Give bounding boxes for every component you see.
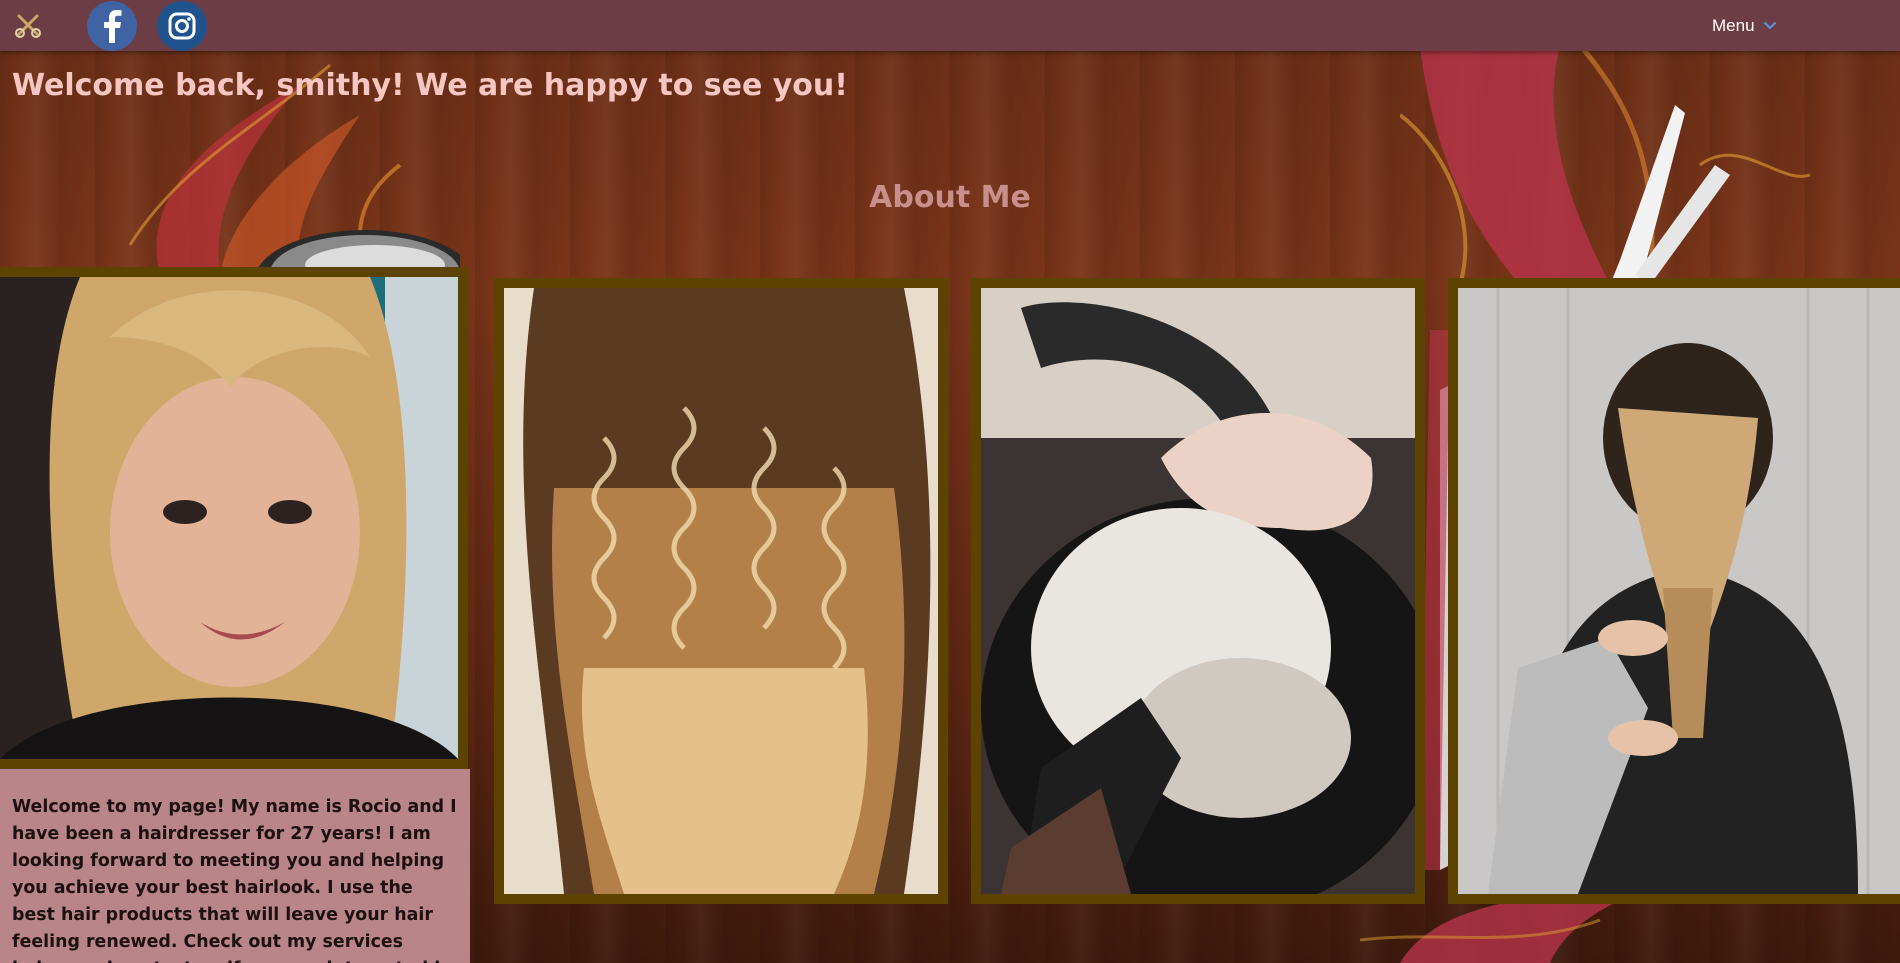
stylist-portrait-photo [0, 267, 468, 769]
about-me-text-box: Welcome to my page! My name is Rocio and… [0, 769, 470, 963]
facebook-button[interactable] [87, 1, 137, 51]
instagram-icon [168, 12, 196, 40]
hair-wash-photo [971, 278, 1425, 904]
decorative-hair-swirl-bottom [1360, 900, 1620, 963]
menu-label: Menu [1712, 16, 1755, 35]
menu-dropdown-button[interactable]: Menu [1712, 14, 1777, 38]
about-me-title: About Me [869, 180, 1031, 215]
chevron-down-icon [1763, 21, 1776, 30]
about-me-paragraph: Welcome to my page! My name is Rocio and… [12, 797, 457, 963]
top-navigation-bar: Menu [0, 0, 1900, 51]
hair-braiding-photo [1448, 278, 1900, 904]
decorative-scissors-swirl [1400, 45, 1811, 285]
instagram-button[interactable] [157, 1, 207, 51]
scissors-logo-icon[interactable] [13, 10, 43, 40]
facebook-icon [104, 10, 122, 43]
welcome-heading: Welcome back, smithy! We are happy to se… [12, 68, 848, 103]
blonde-curls-photo [494, 278, 948, 904]
